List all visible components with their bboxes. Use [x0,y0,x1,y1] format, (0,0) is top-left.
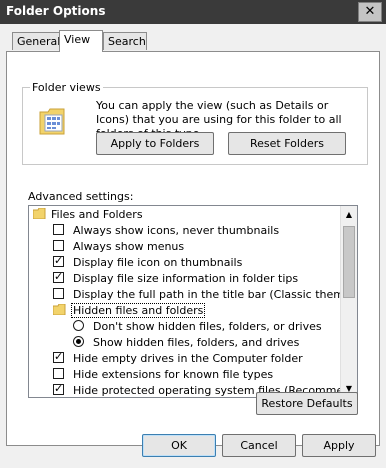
checkmark-icon: ✓ [54,350,64,363]
cancel-button[interactable]: Cancel [222,434,296,457]
cancel-label: Cancel [240,439,278,452]
folder-views-icon [38,104,68,138]
vertical-scrollbar[interactable]: ▲ ▼ [340,206,357,397]
list-item-label: Always show icons, never thumbnails [73,224,280,237]
apply-button[interactable]: Apply [302,434,376,457]
folder-views-label: Folder views [30,81,103,94]
scroll-up-button[interactable]: ▲ [341,206,357,223]
list-item-label: Don't show hidden files, folders, or dri… [93,320,322,333]
apply-to-folders-button[interactable]: Apply to Folders [96,132,214,155]
dialog-client: General View Search Folder views You can… [0,24,386,468]
list-item-label: Hidden files and folders [71,303,206,318]
list-item-label: Always show menus [73,240,185,253]
checkmark-icon: ✓ [54,254,64,267]
folder-icon [33,208,46,219]
radio-selected[interactable] [73,336,84,347]
folder-icon [53,304,66,315]
radio-dot-icon [76,339,81,344]
checkbox-unchecked[interactable] [53,240,64,251]
checkbox-checked[interactable]: ✓ [53,270,64,283]
checkmark-icon: ✓ [54,382,64,395]
radio-unselected[interactable] [73,320,84,331]
close-icon: ✕ [364,4,376,19]
apply-to-folders-label: Apply to Folders [110,137,200,150]
reset-folders-label: Reset Folders [250,137,324,150]
checkbox-unchecked[interactable] [53,368,64,379]
list-item-label: Show hidden files, folders, and drives [93,336,300,349]
advanced-settings-label: Advanced settings: [28,190,134,203]
tab-view-label: View [64,33,91,46]
list-item-label: Files and Folders [51,208,143,221]
checkbox-checked[interactable]: ✓ [53,350,64,363]
list-item-label: Display file size information in folder … [73,272,299,285]
list-item-label: Display the full path in the title bar (… [73,288,358,301]
list-item-label: Hide empty drives in the Computer folder [73,352,303,365]
scroll-thumb[interactable] [343,226,355,298]
checkmark-icon: ✓ [54,270,64,283]
tab-general[interactable]: General [12,32,60,50]
checkbox-unchecked[interactable] [53,288,64,299]
tab-search[interactable]: Search [103,32,147,50]
list-item-label: Hide extensions for known file types [73,368,274,381]
reset-folders-button[interactable]: Reset Folders [228,132,346,155]
restore-defaults-button[interactable]: Restore Defaults [256,392,358,415]
checkbox-unchecked[interactable] [53,224,64,235]
close-button[interactable]: ✕ [358,2,382,22]
ok-button[interactable]: OK [142,434,216,457]
folder-options-dialog: Folder Options ✕ General View Search Fol… [0,0,386,468]
window-title: Folder Options [6,4,106,18]
tab-view[interactable]: View [59,30,103,52]
arrow-up-icon: ▲ [345,210,353,219]
list-item-label: Display file icon on thumbnails [73,256,243,269]
checkbox-checked[interactable]: ✓ [53,382,64,395]
advanced-settings-list[interactable]: Files and Folders Always show icons, nev… [28,205,358,398]
ok-label: OK [171,439,187,452]
tab-search-label: Search [108,35,146,48]
tab-general-label: General [17,35,61,48]
title-bar[interactable]: Folder Options ✕ [0,0,386,24]
apply-label: Apply [323,439,355,452]
checkbox-checked[interactable]: ✓ [53,254,64,267]
restore-defaults-label: Restore Defaults [261,397,353,410]
